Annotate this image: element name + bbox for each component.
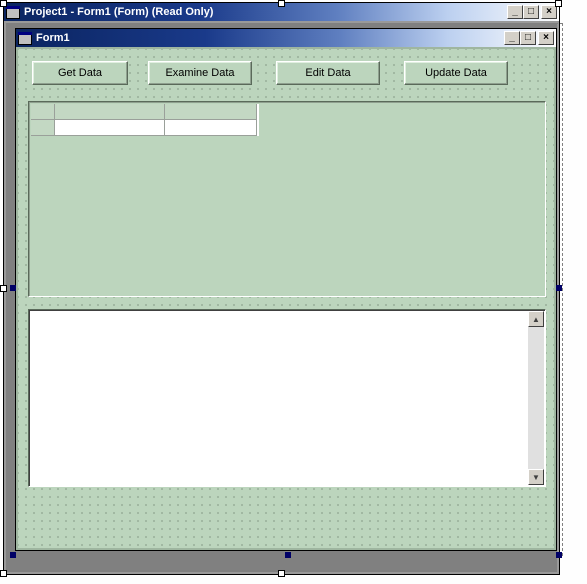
grid-header-row [31, 104, 259, 120]
update-data-button[interactable]: Update Data [404, 61, 508, 85]
outer-handle-w[interactable] [0, 285, 7, 292]
outer-handle-nw[interactable] [0, 0, 7, 7]
grid-corner-cell [31, 104, 55, 120]
form-titlebar[interactable]: Form1 _ □ × [16, 29, 556, 47]
edit-data-button[interactable]: Edit Data [276, 61, 380, 85]
selection-handle-s[interactable] [285, 552, 291, 558]
outer-handle-ne[interactable] [555, 0, 562, 7]
form-icon [18, 32, 32, 45]
outer-handle-s[interactable] [278, 570, 285, 577]
outer-handle-n[interactable] [278, 0, 285, 7]
scroll-up-button[interactable]: ▲ [528, 311, 544, 327]
vertical-scrollbar[interactable]: ▲ ▼ [528, 311, 544, 485]
selection-handle-w[interactable] [10, 285, 16, 291]
grid-header-cell[interactable] [55, 104, 165, 120]
form-maximize-button[interactable]: □ [520, 31, 536, 45]
designer-title: Project1 - Form1 (Form) (Read Only) [24, 6, 213, 18]
grid-cell[interactable] [165, 120, 257, 136]
grid-row[interactable] [31, 120, 259, 136]
form-icon [6, 6, 20, 19]
grid-cell[interactable] [55, 120, 165, 136]
grid-header-cell[interactable] [165, 104, 257, 120]
minimize-button[interactable]: _ [507, 5, 523, 19]
form-close-button[interactable]: × [538, 31, 554, 45]
output-textbox[interactable]: ▲ ▼ [28, 309, 546, 487]
outer-handle-sw[interactable] [0, 570, 7, 577]
maximize-button[interactable]: □ [523, 5, 539, 19]
scroll-down-button[interactable]: ▼ [528, 469, 544, 485]
selection-handle-e[interactable] [556, 285, 562, 291]
form-client-area: Get Data Examine Data Edit Data Update D… [18, 49, 554, 548]
examine-data-button[interactable]: Examine Data [148, 61, 252, 85]
selection-handle-sw[interactable] [10, 552, 16, 558]
selection-handle-se[interactable] [556, 552, 562, 558]
data-grid[interactable] [28, 101, 546, 297]
grid-row-header[interactable] [31, 120, 55, 136]
close-button[interactable]: × [541, 5, 557, 19]
form-minimize-button[interactable]: _ [504, 31, 520, 45]
form-title: Form1 [36, 32, 70, 44]
form-window[interactable]: Form1 _ □ × Get Data Examine Data Edit D… [15, 28, 557, 551]
get-data-button[interactable]: Get Data [32, 61, 128, 85]
